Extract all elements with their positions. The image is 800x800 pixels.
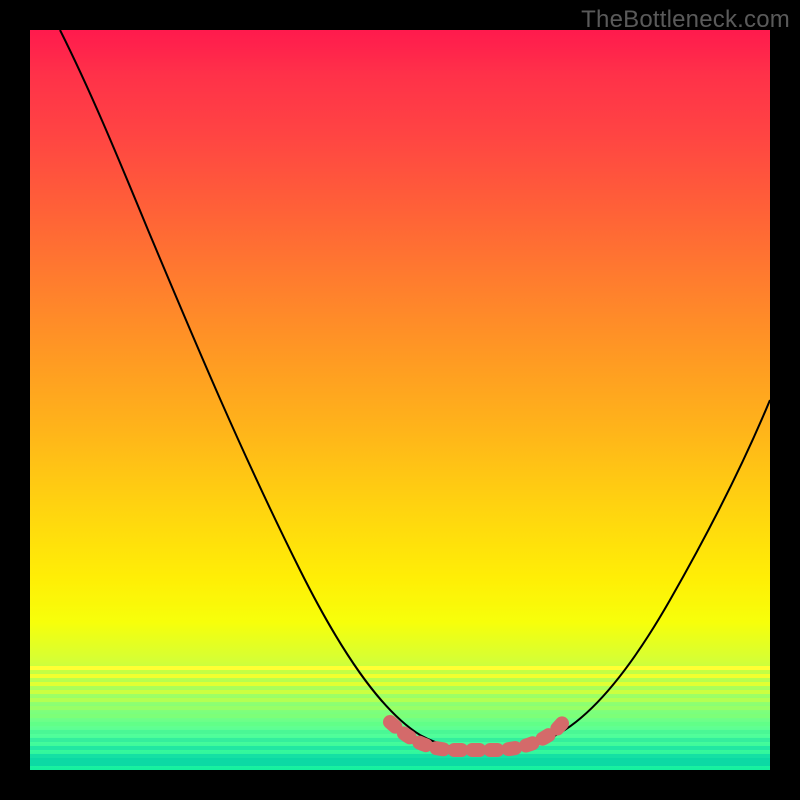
optimal-range-marker [390, 719, 566, 750]
curve-svg [30, 30, 770, 770]
bottleneck-curve [60, 30, 770, 750]
watermark-text: TheBottleneck.com [581, 6, 790, 34]
chart-frame: TheBottleneck.com [0, 0, 800, 800]
plot-area [30, 30, 770, 770]
